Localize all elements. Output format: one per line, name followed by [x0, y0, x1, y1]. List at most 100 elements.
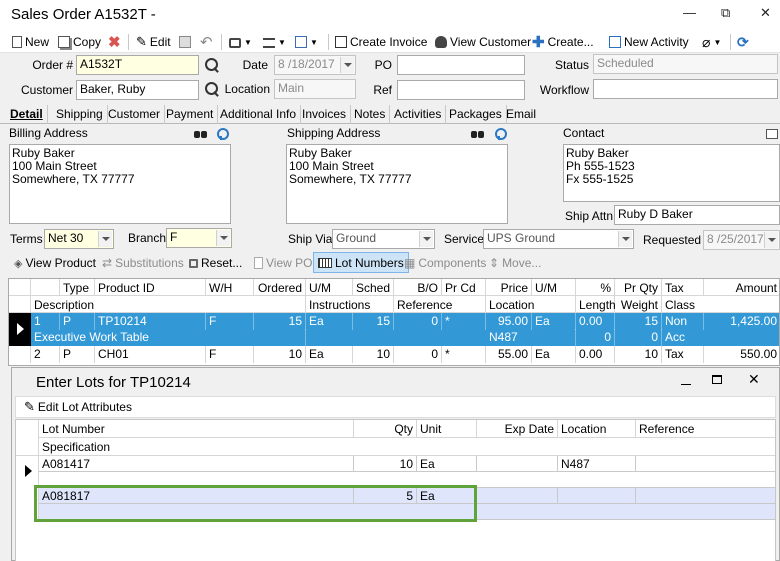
grid-header[interactable]: Instructions [306, 296, 394, 313]
grid-header[interactable]: Tax [662, 279, 704, 296]
view-customer-button[interactable]: View Customer [435, 33, 531, 51]
reset-button[interactable]: Reset... [189, 254, 242, 272]
binoculars-icon[interactable] [194, 129, 207, 139]
save-icon[interactable] [179, 33, 191, 51]
grid-header[interactable]: % [576, 279, 615, 296]
grid-header[interactable]: U/M [532, 279, 576, 296]
lot-numbers-button[interactable]: Lot Numbers [313, 252, 409, 273]
grid-header[interactable]: Reference [636, 420, 775, 438]
branch-field[interactable]: F [166, 228, 232, 248]
grid-header[interactable]: W/H [206, 279, 254, 296]
table-row[interactable]: 1 P TP10214 F 15 Ea 15 0 * 95.00 Ea 0.00… [31, 313, 779, 346]
print-button[interactable]: ▼ [229, 33, 252, 51]
ref-field[interactable] [397, 80, 525, 100]
row-selector-current[interactable] [16, 456, 39, 488]
layout-button[interactable]: ▼ [263, 33, 286, 51]
components-button[interactable]: ▦ Components [404, 254, 486, 272]
contact-box[interactable]: Ruby Baker Ph 555-1523 Fx 555-1525 [563, 144, 780, 202]
terms-field[interactable]: Net 30 [44, 229, 114, 249]
table-row[interactable]: 2 P CH01 F 10 Ea 10 0 * 55.00 Ea 0.00 10… [31, 346, 779, 363]
customer-field[interactable]: Baker, Ruby [76, 80, 199, 100]
grid-header[interactable]: Description [31, 296, 306, 313]
grid-header[interactable]: Reference [394, 296, 486, 313]
terms-dropdown[interactable] [98, 231, 112, 247]
dialog-close-button[interactable]: ✕ [748, 371, 760, 388]
grid-header[interactable]: Location [558, 420, 636, 438]
view-product-button[interactable]: ◈ View Product [14, 254, 96, 272]
row-selector[interactable] [9, 346, 31, 363]
binoculars-icon[interactable] [471, 129, 484, 139]
grid-header[interactable]: Amount [704, 279, 779, 296]
copy-button[interactable]: Copy [58, 33, 101, 51]
grid-header[interactable]: Pr Cd [442, 279, 486, 296]
billing-address-box[interactable]: Ruby Baker 100 Main Street Somewhere, TX… [9, 144, 231, 224]
grid-header[interactable]: Price [486, 279, 532, 296]
date-field[interactable]: 8 /18/2017 [274, 55, 356, 75]
grid-header[interactable]: Length [576, 296, 616, 313]
contact-card-icon[interactable] [766, 129, 778, 139]
delete-icon[interactable]: ✖ [108, 33, 121, 51]
grid-header[interactable]: Exp Date [477, 420, 558, 438]
tab-detail[interactable]: Detail [6, 105, 48, 124]
ship-attn-field[interactable]: Ruby D Baker [614, 205, 780, 225]
grid-header[interactable]: Product ID [95, 279, 206, 296]
grid-header[interactable]: Class [662, 296, 779, 313]
branch-dropdown[interactable] [216, 230, 230, 246]
edit-button[interactable]: ✎ Edit [136, 33, 171, 51]
tab-email[interactable]: Email [502, 105, 540, 124]
close-button[interactable]: ✕ [760, 5, 771, 21]
document-button[interactable]: ▼ [295, 33, 318, 51]
restore-button[interactable]: ⧉ [721, 5, 730, 21]
table-row[interactable]: A081417 10 Ea N487 [39, 456, 775, 488]
tab-payment[interactable]: Payment [162, 105, 219, 124]
grid-header[interactable]: Type [60, 279, 95, 296]
row-selector-current[interactable] [9, 313, 31, 346]
grid-header[interactable]: Specification [39, 438, 775, 456]
ship-via-dropdown[interactable] [419, 231, 433, 247]
dialog-minimize-button[interactable] [681, 384, 691, 385]
calendar-dropdown[interactable] [340, 57, 354, 73]
refresh-icon[interactable]: ⟳ [737, 33, 749, 51]
service-dropdown[interactable] [618, 231, 632, 247]
ship-via-field[interactable]: Ground [332, 229, 435, 249]
attachment-icon[interactable]: ⌀ ▼ [702, 33, 721, 51]
new-activity-button[interactable]: New Activity [609, 33, 689, 51]
workflow-field[interactable] [593, 79, 778, 99]
create-invoice-button[interactable]: Create Invoice [335, 33, 427, 51]
move-button[interactable]: ⇕ Move... [489, 254, 541, 272]
tab-invoices[interactable]: Invoices [298, 105, 352, 124]
map-pin-icon[interactable] [216, 128, 229, 140]
grid-header[interactable]: B/O [394, 279, 442, 296]
view-po-button[interactable]: View PO [254, 254, 312, 272]
grid-header[interactable]: Qty [354, 420, 417, 438]
edit-lot-attributes-button[interactable]: ✎ Edit Lot Attributes [24, 398, 132, 416]
dialog-maximize-button[interactable] [712, 375, 722, 384]
new-button[interactable]: New [12, 33, 49, 51]
grid-header[interactable]: Pr Qty [615, 279, 662, 296]
search-icon[interactable] [205, 58, 220, 73]
tab-customer[interactable]: Customer [104, 105, 166, 124]
order-number-field[interactable]: A1532T [76, 55, 199, 75]
calendar-dropdown[interactable] [764, 232, 778, 248]
create-button[interactable]: ✚ Create... [532, 33, 594, 51]
tab-additional-info[interactable]: Additional Info [216, 105, 302, 124]
grid-header[interactable]: U/M [306, 279, 353, 296]
grid-header[interactable]: Ordered [254, 279, 306, 296]
po-field[interactable] [397, 55, 525, 75]
grid-header[interactable]: Lot Number [39, 420, 354, 438]
grid-header[interactable]: Sched [353, 279, 394, 296]
grid-header[interactable]: Weight [615, 296, 662, 313]
map-pin-icon[interactable] [494, 128, 507, 140]
service-field[interactable]: UPS Ground [483, 229, 634, 249]
location-field[interactable]: Main [274, 79, 356, 99]
tab-shipping[interactable]: Shipping [52, 105, 108, 124]
minimize-button[interactable]: — [683, 5, 696, 20]
undo-icon[interactable]: ↶ [200, 33, 213, 51]
shipping-address-box[interactable]: Ruby Baker 100 Main Street Somewhere, TX… [286, 144, 508, 224]
requested-date-field[interactable]: 8 /25/2017 [703, 230, 780, 250]
tab-notes[interactable]: Notes [350, 105, 391, 124]
tab-activities[interactable]: Activities [390, 105, 447, 124]
substitutions-button[interactable]: ⇄ Substitutions [102, 254, 184, 272]
grid-header[interactable]: Unit [417, 420, 477, 438]
grid-header[interactable]: Location [486, 296, 576, 313]
